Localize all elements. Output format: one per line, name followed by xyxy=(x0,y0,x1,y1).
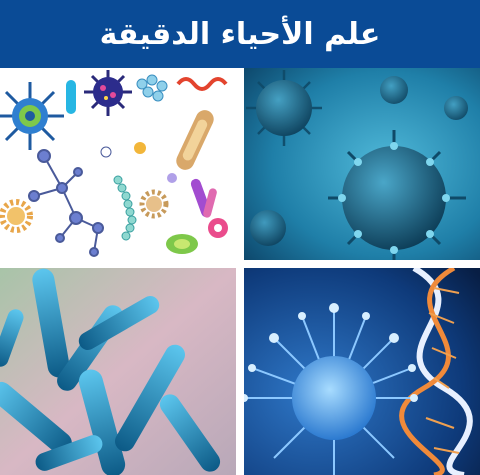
virus-particles-image xyxy=(244,68,480,260)
microbes-illustration xyxy=(0,68,236,260)
virus-particles-photo xyxy=(244,68,480,260)
page-title: علم الأحياء الدقيقة xyxy=(99,16,381,52)
yellow-cell-icon xyxy=(134,142,146,154)
rod-bacteria-photo xyxy=(0,268,236,475)
virus-dna-helix-image xyxy=(244,268,480,475)
microbes-illustration-icon xyxy=(0,68,236,260)
virus-dna-photo xyxy=(244,268,480,475)
pink-virus-icon xyxy=(208,218,228,238)
cyan-bacillus-icon xyxy=(66,80,76,114)
title-banner: علم الأحياء الدقيقة xyxy=(0,0,480,68)
rod-bacteria-image xyxy=(0,268,236,475)
